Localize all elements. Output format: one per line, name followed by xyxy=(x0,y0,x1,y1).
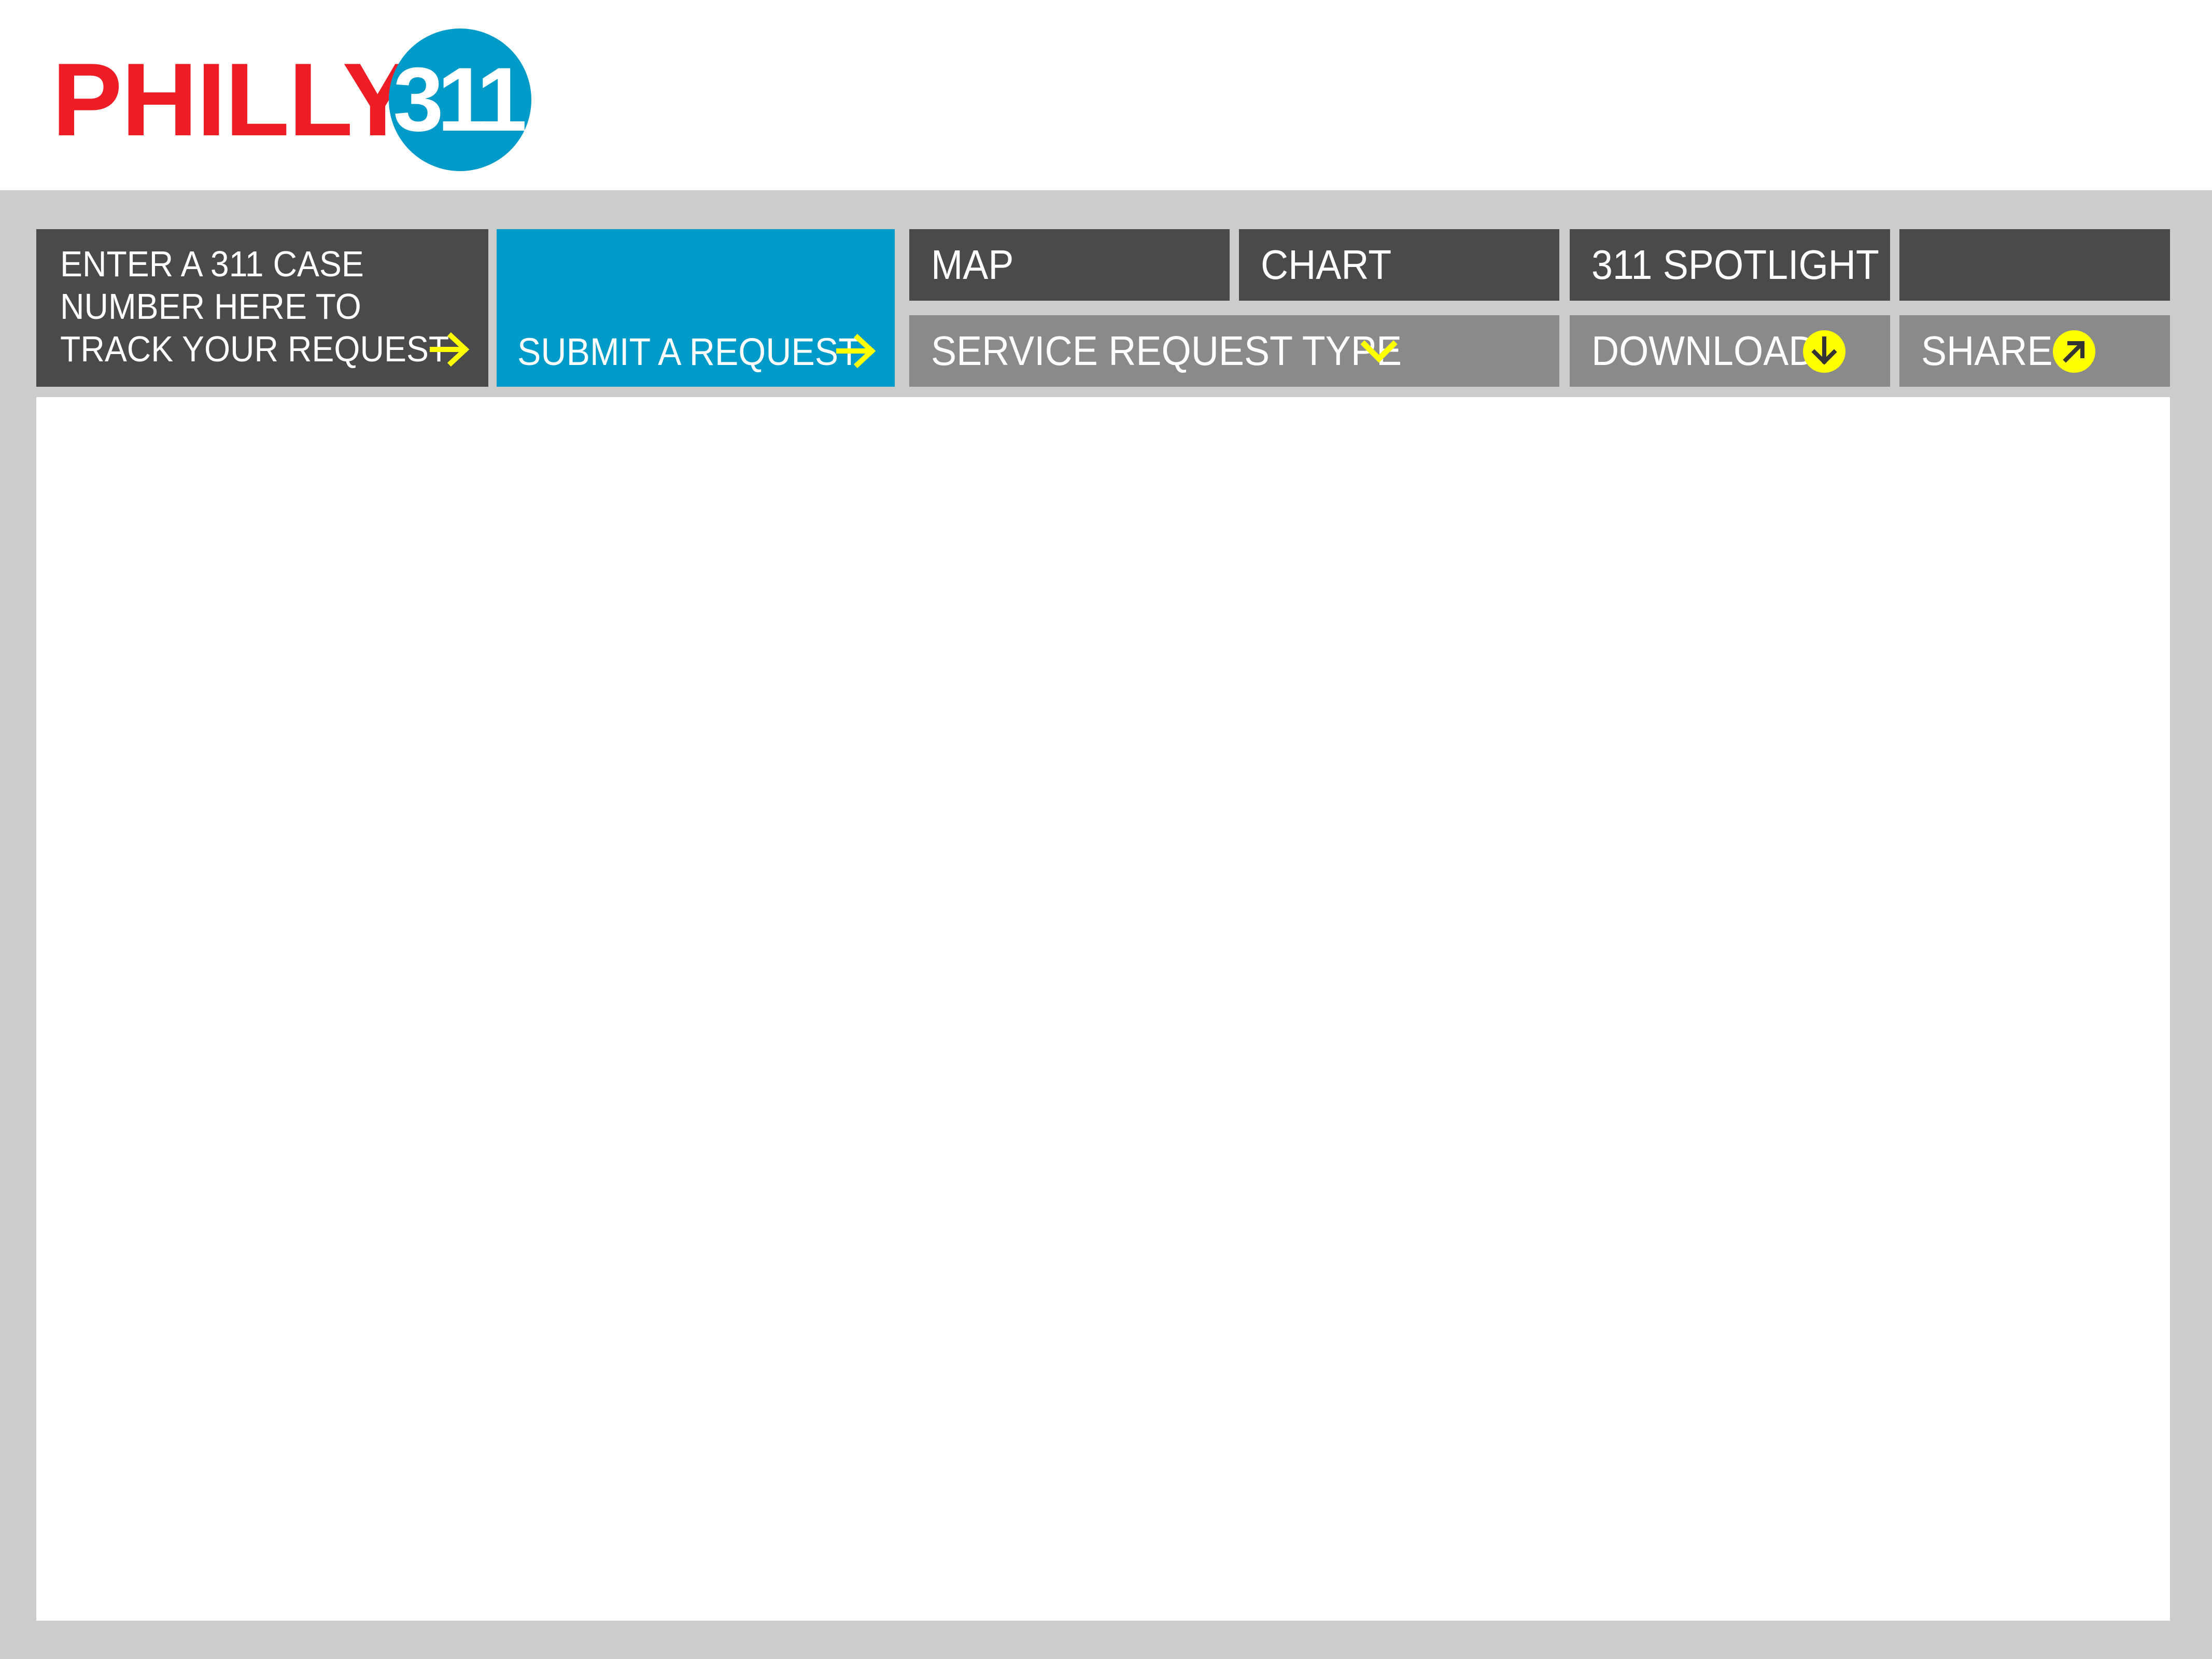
download-button[interactable]: DOWNLOAD xyxy=(1570,315,1890,387)
case-lookup-line-2: NUMBER HERE TO xyxy=(60,286,361,327)
logo-text: PHILLY xyxy=(52,41,413,158)
tab-spotlight-label: 311 SPOTLIGHT xyxy=(1591,242,1879,288)
tab-chart[interactable]: CHART xyxy=(1239,229,1559,301)
chevron-down-icon xyxy=(1360,338,1398,366)
arrow-right-icon xyxy=(836,333,877,369)
header: PHILLY 311 xyxy=(0,0,2212,190)
logo-number: 311 xyxy=(393,49,527,150)
case-lookup-line-1: ENTER A 311 CASE xyxy=(60,244,364,284)
service-request-type-dropdown[interactable]: SERVICE REQUEST TYPE xyxy=(909,315,1559,387)
share-label: SHARE xyxy=(1921,328,2053,374)
philly311-logo[interactable]: PHILLY 311 xyxy=(52,29,531,171)
submit-request-button[interactable]: SUBMIT A REQUEST xyxy=(497,229,895,387)
main-content-area xyxy=(36,397,2170,1621)
case-lookup-line-3: TRACK YOUR REQUEST xyxy=(60,329,449,369)
download-label: DOWNLOAD xyxy=(1591,328,1816,374)
download-icon xyxy=(1802,329,1847,374)
tab-map[interactable]: MAP xyxy=(909,229,1230,301)
share-icon xyxy=(2052,329,2096,374)
submit-request-label: SUBMIT A REQUEST xyxy=(517,330,860,373)
tab-map-label: MAP xyxy=(931,242,1014,288)
blank-tab xyxy=(1899,229,2170,301)
logo-circle: 311 xyxy=(389,29,531,171)
arrow-right-icon xyxy=(429,331,471,368)
tab-chart-label: CHART xyxy=(1261,242,1392,288)
case-number-tracker[interactable]: ENTER A 311 CASE NUMBER HERE TO TRACK YO… xyxy=(36,229,488,387)
share-button[interactable]: SHARE xyxy=(1899,315,2170,387)
service-request-type-label: SERVICE REQUEST TYPE xyxy=(931,328,1402,374)
tab-311-spotlight[interactable]: 311 SPOTLIGHT xyxy=(1570,229,1890,301)
